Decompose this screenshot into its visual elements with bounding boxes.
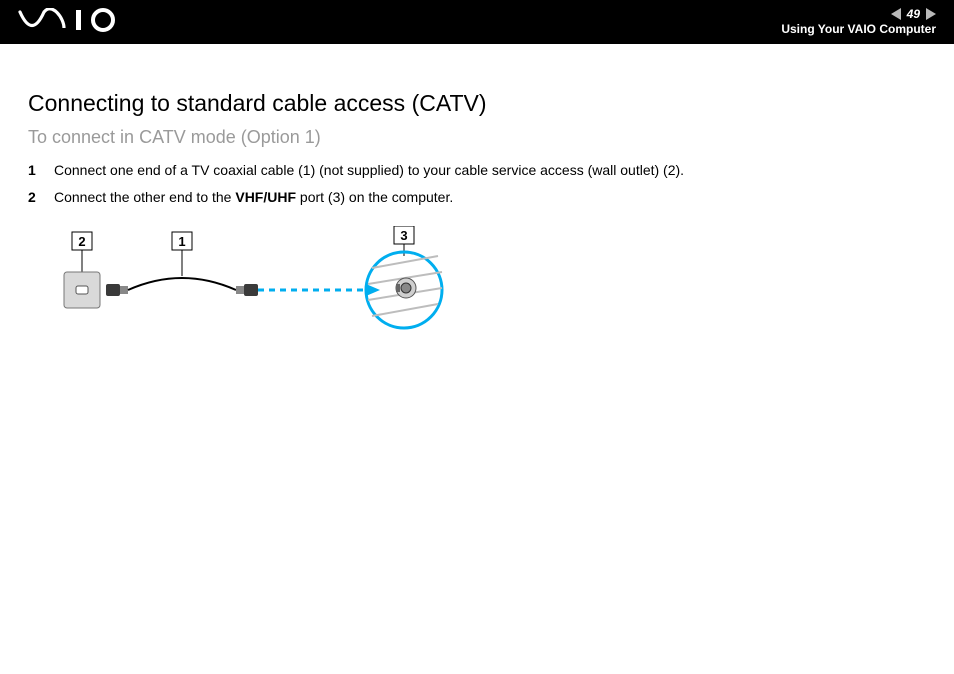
step-item: 2 Connect the other end to the VHF/UHF p… <box>28 187 926 208</box>
page-subtitle: To connect in CATV mode (Option 1) <box>28 127 926 148</box>
vaio-logo <box>18 8 128 37</box>
step-list: 1 Connect one end of a TV coaxial cable … <box>28 160 926 208</box>
connection-diagram: 2 1 3 <box>54 226 926 351</box>
step-text: Connect one end of a TV coaxial cable (1… <box>54 160 684 181</box>
page-number: 49 <box>907 8 920 20</box>
step-number: 1 <box>28 160 40 181</box>
prev-page-icon[interactable] <box>891 8 901 20</box>
section-label: Using Your VAIO Computer <box>781 22 936 36</box>
page-content: Connecting to standard cable access (CAT… <box>0 44 954 351</box>
step-number: 2 <box>28 187 40 208</box>
page-nav: 49 <box>781 8 936 20</box>
step-text: Connect the other end to the VHF/UHF por… <box>54 187 453 208</box>
diagram-label-1: 1 <box>178 234 185 249</box>
step-item: 1 Connect one end of a TV coaxial cable … <box>28 160 926 181</box>
next-page-icon[interactable] <box>926 8 936 20</box>
diagram-label-3: 3 <box>400 228 407 243</box>
diagram-label-2: 2 <box>78 234 85 249</box>
header-bar: 49 Using Your VAIO Computer <box>0 0 954 44</box>
page-title: Connecting to standard cable access (CAT… <box>28 90 926 117</box>
